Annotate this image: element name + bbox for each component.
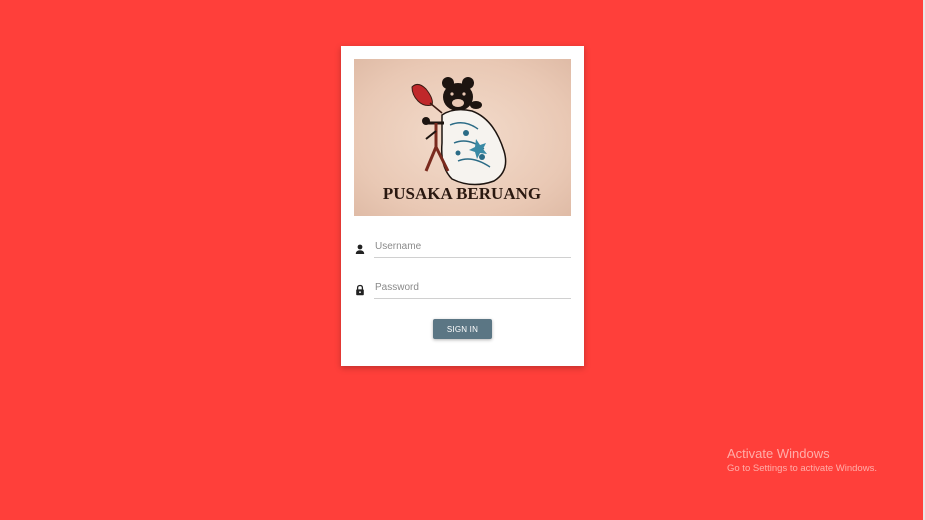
bear-batik-logo-icon: PUSAKA BERUANG xyxy=(383,77,541,203)
lock-icon xyxy=(354,283,366,296)
watermark-subtitle: Go to Settings to activate Windows. xyxy=(727,463,877,474)
activate-windows-watermark: Activate Windows Go to Settings to activ… xyxy=(727,446,877,476)
person-icon xyxy=(354,242,366,254)
password-field xyxy=(354,275,571,303)
username-input[interactable] xyxy=(374,236,571,258)
sign-in-button[interactable]: SIGN IN xyxy=(433,319,492,339)
watermark-title: Activate Windows xyxy=(727,446,830,461)
password-input[interactable] xyxy=(374,277,571,299)
brand-logo: PUSAKA BERUANG xyxy=(354,59,571,216)
brand-text: PUSAKA BERUANG xyxy=(383,184,541,203)
login-card: PUSAKA BERUANG SIGN IN xyxy=(341,46,584,366)
username-field xyxy=(354,234,571,262)
